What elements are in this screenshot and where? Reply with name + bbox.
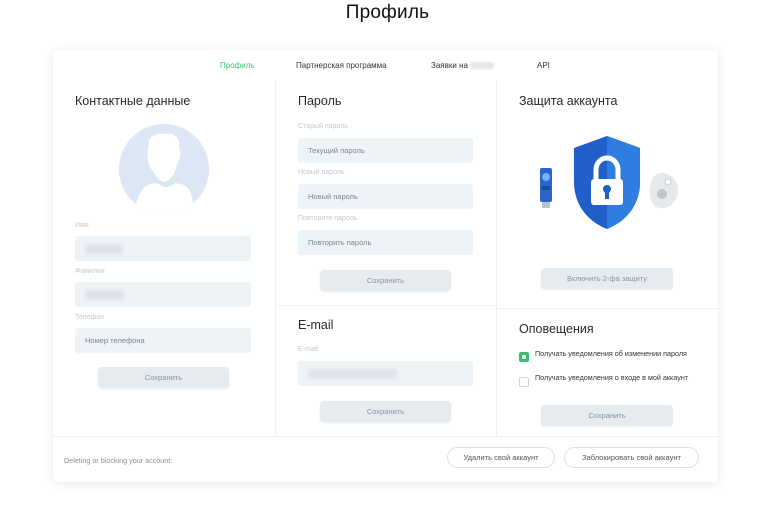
password-title: Пароль: [298, 94, 342, 108]
avatar: [119, 124, 209, 214]
row-divider: [276, 305, 496, 306]
enable-2fa-button[interactable]: Включить 2-фа защиту: [541, 268, 673, 289]
key-fob-icon: [649, 172, 678, 209]
email-label: E-mail: [298, 346, 318, 353]
shield-lock-icon: [574, 136, 640, 229]
notifications-save-button[interactable]: Сохранить: [541, 405, 673, 426]
tab-profile[interactable]: Профиль: [220, 61, 255, 70]
row-divider: [497, 308, 718, 309]
notifications-title: Оповещения: [519, 322, 594, 336]
column-divider: [275, 81, 276, 436]
name-label: Имя: [75, 222, 89, 229]
new-password-label: Новый пароль: [298, 169, 345, 176]
contacts-save-button[interactable]: Сохранить: [98, 367, 229, 388]
block-account-button[interactable]: Заблокировать свой аккаунт: [564, 447, 699, 468]
page-title: Профиль: [345, 2, 430, 23]
name-field[interactable]: [75, 236, 251, 261]
footer-divider: [53, 436, 718, 437]
usb-key-icon: [540, 168, 552, 208]
repeat-password-field[interactable]: Повторить пароль: [298, 230, 473, 255]
phone-field[interactable]: Номер телефона: [75, 328, 251, 353]
tab-api[interactable]: API: [537, 61, 550, 70]
tab-partner-program[interactable]: Партнерская программа: [296, 61, 387, 70]
tabs-bar: Профиль Партнерская программа Заявки на …: [53, 50, 718, 81]
notify-password-change-checkbox[interactable]: [519, 352, 529, 362]
footer-text: Deleting or blocking your account:: [64, 456, 173, 465]
notify-password-change-label: Получать уведомления об изменении пароля: [535, 349, 687, 358]
email-field[interactable]: [298, 361, 473, 386]
email-save-button[interactable]: Сохранить: [320, 401, 451, 422]
surname-label: Фамилия: [75, 268, 105, 275]
email-title: E-mail: [298, 318, 334, 332]
repeat-password-label: Повторите пароль: [298, 215, 358, 222]
notify-login-checkbox[interactable]: [519, 377, 529, 387]
delete-account-button[interactable]: Удалить свой аккаунт: [447, 447, 555, 468]
security-title: Защита аккаунта: [519, 94, 618, 108]
surname-field[interactable]: [75, 282, 251, 307]
blurred-value: [85, 290, 125, 300]
profile-card: Профиль Партнерская программа Заявки на …: [53, 50, 718, 482]
notify-login-label: Получать уведомления о входе в мой аккау…: [535, 373, 689, 382]
old-password-label: Старый пароль: [298, 123, 348, 130]
tab-requests-label: Заявки на: [431, 61, 468, 70]
blurred-text: [469, 62, 494, 70]
blurred-value: [85, 244, 123, 254]
blurred-value: [308, 369, 398, 379]
column-divider: [496, 81, 497, 436]
password-save-button[interactable]: Сохранить: [320, 270, 451, 291]
contacts-title: Контактные данные: [75, 94, 191, 108]
phone-label: Телефон: [75, 314, 105, 321]
tab-requests[interactable]: Заявки на: [431, 61, 494, 70]
security-illustration: [540, 136, 678, 229]
user-silhouette-icon: [135, 133, 193, 214]
new-password-field[interactable]: Новый пароль: [298, 184, 473, 209]
old-password-field[interactable]: Текущий пароль: [298, 138, 473, 163]
